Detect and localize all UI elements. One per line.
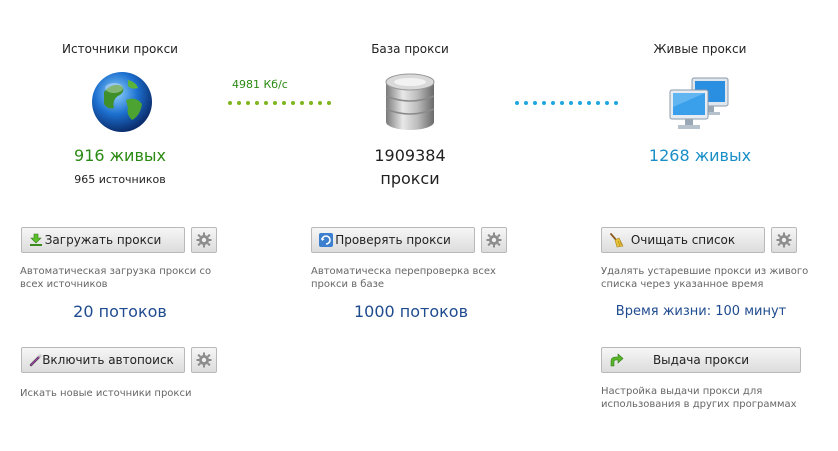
green-link-dots bbox=[228, 101, 331, 105]
load-threads: 20 потоков bbox=[73, 302, 167, 321]
clean-list-button[interactable]: Очищать список bbox=[601, 227, 765, 253]
proxy-output-label: Выдача прокси bbox=[652, 353, 750, 367]
clean-list-label: Очищать список bbox=[630, 233, 736, 247]
clean-description: Удалять устаревшие прокси из живого спис… bbox=[601, 266, 809, 290]
live-alive: 1268 живых bbox=[648, 146, 752, 165]
sources-alive: 916 живых bbox=[74, 146, 166, 165]
autosearch-button[interactable]: Включить автопоиск bbox=[21, 347, 185, 373]
download-icon bbox=[28, 232, 44, 248]
output-description: Настройка выдачи прокси для использовани… bbox=[601, 386, 797, 410]
globe-icon bbox=[90, 70, 154, 134]
magic-wand-icon bbox=[28, 352, 44, 368]
load-description: Автоматическая загрузка прокси со всех и… bbox=[20, 266, 212, 290]
gear-icon bbox=[196, 232, 212, 248]
database-icon bbox=[382, 72, 438, 132]
broom-icon bbox=[608, 232, 624, 248]
blue-link-dots bbox=[515, 101, 618, 105]
base-unit: прокси bbox=[380, 169, 440, 188]
gear-icon bbox=[196, 352, 212, 368]
sources-count: 965 источников bbox=[74, 173, 166, 186]
refresh-check-icon bbox=[318, 232, 334, 248]
autosearch-description: Искать новые источники прокси bbox=[20, 388, 192, 399]
check-proxy-label: Проверять прокси bbox=[335, 233, 451, 247]
load-settings-button[interactable] bbox=[191, 227, 217, 253]
load-proxy-button[interactable]: Загружать прокси bbox=[21, 227, 185, 253]
check-threads: 1000 потоков bbox=[353, 302, 469, 321]
check-settings-button[interactable] bbox=[481, 227, 507, 253]
check-description: Автоматическа перепроверка всех прокси в… bbox=[311, 266, 496, 290]
autosearch-label: Включить автопоиск bbox=[42, 353, 174, 367]
proxy-output-button[interactable]: Выдача прокси bbox=[601, 347, 801, 373]
live-title: Живые прокси bbox=[653, 42, 747, 56]
gear-icon bbox=[776, 232, 792, 248]
base-title: База прокси bbox=[371, 42, 449, 56]
base-number: 1909384 bbox=[374, 146, 446, 165]
clean-lifetime: Время жизни: 100 минут bbox=[615, 304, 787, 319]
load-proxy-label: Загружать прокси bbox=[44, 233, 162, 247]
sources-title: Источники прокси bbox=[62, 42, 178, 56]
check-proxy-button[interactable]: Проверять прокси bbox=[311, 227, 475, 253]
clean-settings-button[interactable] bbox=[771, 227, 797, 253]
share-arrow-icon bbox=[608, 352, 624, 368]
computers-icon bbox=[668, 74, 732, 132]
autosearch-settings-button[interactable] bbox=[191, 347, 217, 373]
gear-icon bbox=[486, 232, 502, 248]
transfer-speed: 4981 Кб/с bbox=[232, 78, 288, 91]
